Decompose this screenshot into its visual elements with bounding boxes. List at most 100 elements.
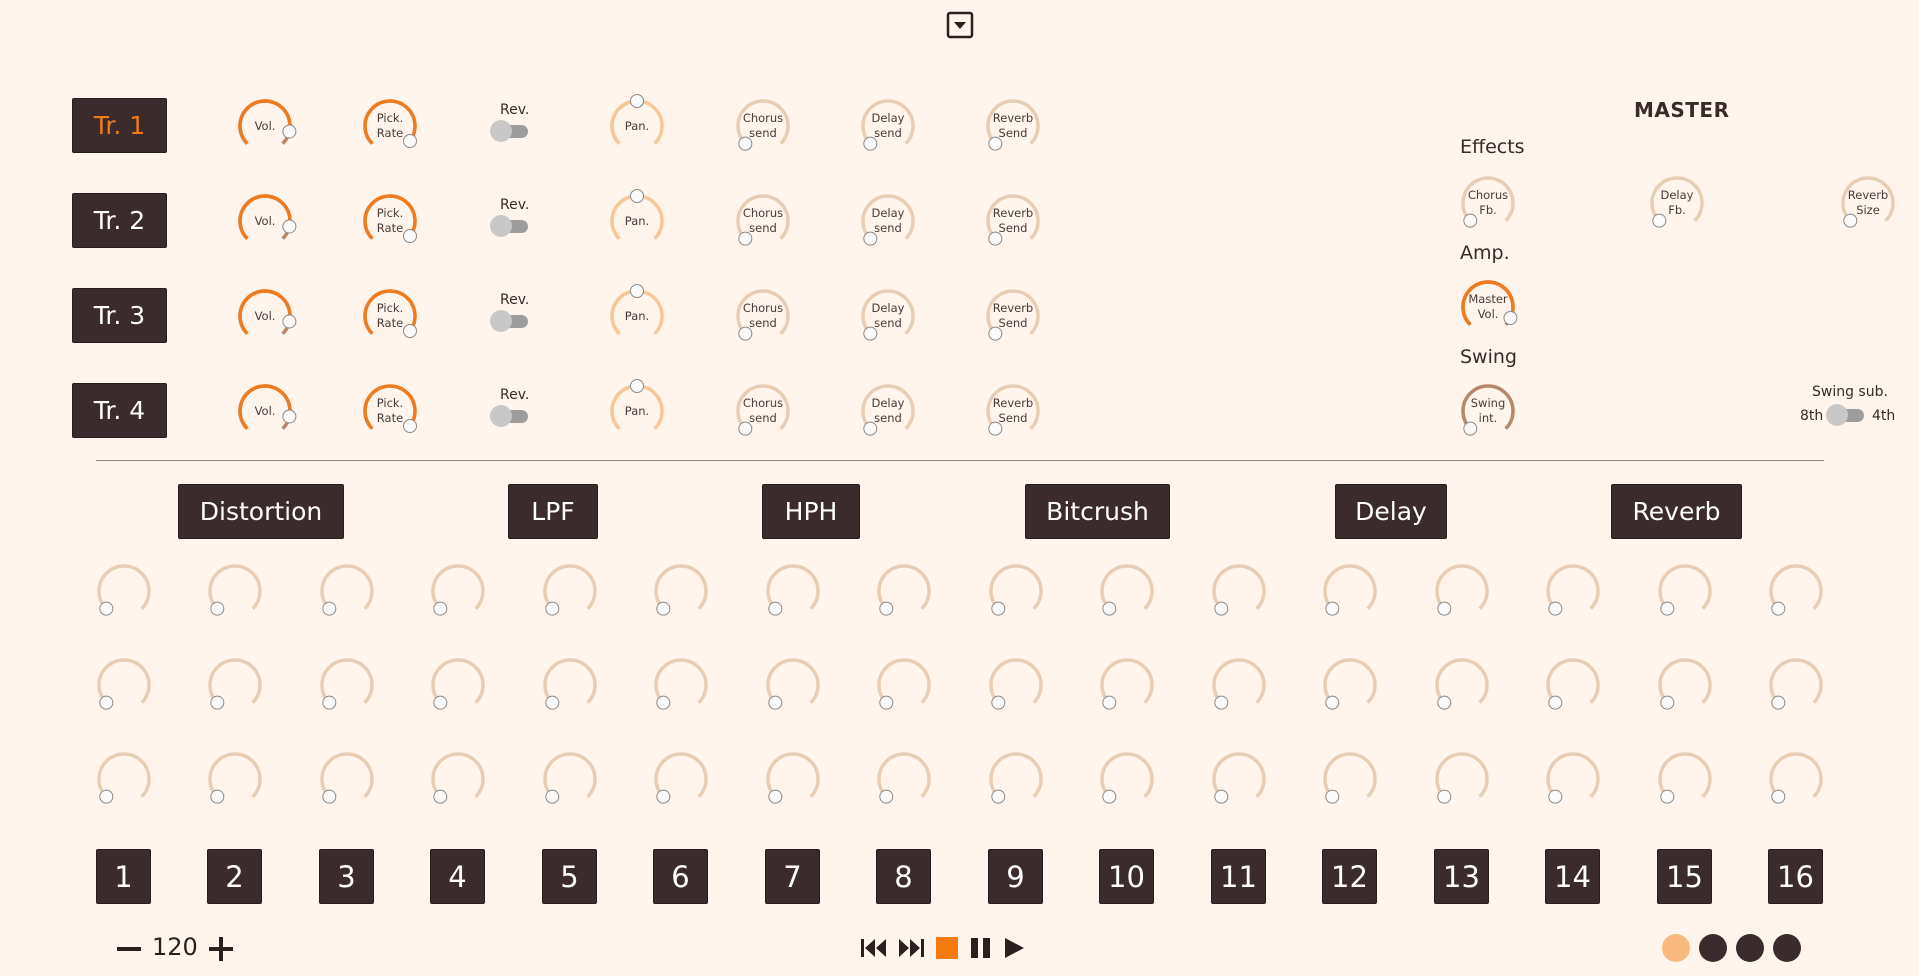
step-param-knob[interactable] [1099, 751, 1155, 807]
pan-knob[interactable]: Pan. [609, 94, 665, 154]
step-param-knob[interactable] [207, 751, 263, 807]
reverse-toggle[interactable] [490, 215, 530, 237]
chorus-send-knob[interactable]: Chorus send [735, 98, 791, 154]
step-param-knob[interactable] [319, 751, 375, 807]
step-7-button[interactable]: 7 [765, 849, 820, 904]
volume-knob[interactable]: Vol. [237, 193, 297, 249]
delay-send-knob[interactable]: Delay send [860, 288, 916, 344]
chorus-send-knob[interactable]: Chorus send [735, 383, 791, 439]
step-param-knob[interactable] [876, 657, 932, 713]
track-4-button[interactable]: Tr. 4 [72, 383, 167, 438]
step-param-knob[interactable] [653, 563, 709, 619]
step-param-knob[interactable] [430, 751, 486, 807]
step-param-knob[interactable] [319, 657, 375, 713]
reverb-send-knob[interactable]: Reverb Send [985, 98, 1041, 154]
pick-rate-knob[interactable]: Pick. Rate [362, 98, 418, 154]
pattern-4-dot[interactable] [1773, 934, 1801, 962]
step-1-button[interactable]: 1 [96, 849, 151, 904]
pick-rate-knob[interactable]: Pick. Rate [362, 288, 418, 344]
step-param-knob[interactable] [1099, 563, 1155, 619]
step-param-knob[interactable] [765, 751, 821, 807]
fx-lpf-button[interactable]: LPF [508, 484, 598, 539]
step-param-knob[interactable] [876, 751, 932, 807]
step-param-knob[interactable] [988, 657, 1044, 713]
track-1-button[interactable]: Tr. 1 [72, 98, 167, 153]
step-param-knob[interactable] [876, 563, 932, 619]
step-param-knob[interactable] [988, 563, 1044, 619]
step-param-knob[interactable] [96, 563, 152, 619]
volume-knob[interactable]: Vol. [237, 288, 297, 344]
step-param-knob[interactable] [1211, 751, 1267, 807]
pan-knob[interactable]: Pan. [609, 284, 665, 344]
reverse-toggle[interactable] [490, 310, 530, 332]
step-param-knob[interactable] [1434, 657, 1490, 713]
fx-reverb-button[interactable]: Reverb [1611, 484, 1742, 539]
step-12-button[interactable]: 12 [1322, 849, 1377, 904]
step-param-knob[interactable] [207, 563, 263, 619]
pattern-2-dot[interactable] [1699, 934, 1727, 962]
swing-intensity-knob[interactable]: Swing int. [1460, 383, 1516, 439]
pick-rate-knob[interactable]: Pick. Rate [362, 383, 418, 439]
step-param-knob[interactable] [653, 751, 709, 807]
reverb-size-knob[interactable]: Reverb Size [1840, 175, 1896, 231]
volume-knob[interactable]: Vol. [237, 383, 297, 439]
track-2-button[interactable]: Tr. 2 [72, 193, 167, 248]
step-6-button[interactable]: 6 [653, 849, 708, 904]
step-8-button[interactable]: 8 [876, 849, 931, 904]
chorus-send-knob[interactable]: Chorus send [735, 193, 791, 249]
pattern-1-dot[interactable] [1662, 934, 1690, 962]
step-param-knob[interactable] [319, 563, 375, 619]
step-param-knob[interactable] [542, 563, 598, 619]
step-14-button[interactable]: 14 [1545, 849, 1600, 904]
step-param-knob[interactable] [1657, 751, 1713, 807]
pan-knob[interactable]: Pan. [609, 379, 665, 439]
step-13-button[interactable]: 13 [1434, 849, 1489, 904]
step-param-knob[interactable] [1211, 563, 1267, 619]
step-16-button[interactable]: 16 [1768, 849, 1823, 904]
reverb-send-knob[interactable]: Reverb Send [985, 288, 1041, 344]
stop-button[interactable] [936, 937, 958, 959]
step-param-knob[interactable] [96, 751, 152, 807]
delay-send-knob[interactable]: Delay send [860, 98, 916, 154]
step-param-knob[interactable] [1434, 563, 1490, 619]
step-param-knob[interactable] [1768, 657, 1824, 713]
step-param-knob[interactable] [1657, 563, 1713, 619]
fx-hph-button[interactable]: HPH [762, 484, 860, 539]
pause-button[interactable] [970, 937, 992, 959]
pan-knob[interactable]: Pan. [609, 189, 665, 249]
swing-subdivision-toggle[interactable] [1826, 404, 1866, 426]
fx-delay-button[interactable]: Delay [1335, 484, 1447, 539]
step-param-knob[interactable] [430, 657, 486, 713]
step-9-button[interactable]: 9 [988, 849, 1043, 904]
master-volume-knob[interactable]: Master Vol. [1460, 279, 1518, 335]
step-param-knob[interactable] [1545, 657, 1601, 713]
chorus-send-knob[interactable]: Chorus send [735, 288, 791, 344]
delay-send-knob[interactable]: Delay send [860, 383, 916, 439]
step-param-knob[interactable] [1768, 563, 1824, 619]
fx-distortion-button[interactable]: Distortion [178, 484, 344, 539]
step-param-knob[interactable] [1322, 751, 1378, 807]
reverb-send-knob[interactable]: Reverb Send [985, 193, 1041, 249]
step-param-knob[interactable] [653, 657, 709, 713]
chorus-feedback-knob[interactable]: Chorus Fb. [1460, 175, 1516, 231]
play-button[interactable] [1003, 937, 1025, 959]
delay-send-knob[interactable]: Delay send [860, 193, 916, 249]
step-4-button[interactable]: 4 [430, 849, 485, 904]
step-10-button[interactable]: 10 [1099, 849, 1154, 904]
reverse-toggle[interactable] [490, 405, 530, 427]
fx-bitcrush-button[interactable]: Bitcrush [1025, 484, 1170, 539]
step-param-knob[interactable] [1545, 563, 1601, 619]
step-param-knob[interactable] [1322, 563, 1378, 619]
step-param-knob[interactable] [542, 751, 598, 807]
step-5-button[interactable]: 5 [542, 849, 597, 904]
step-3-button[interactable]: 3 [319, 849, 374, 904]
delay-feedback-knob[interactable]: Delay Fb. [1649, 175, 1705, 231]
step-param-knob[interactable] [96, 657, 152, 713]
volume-knob[interactable]: Vol. [237, 98, 297, 154]
skip-back-button[interactable] [860, 937, 888, 959]
step-param-knob[interactable] [1657, 657, 1713, 713]
step-param-knob[interactable] [1545, 751, 1601, 807]
step-param-knob[interactable] [1768, 751, 1824, 807]
step-param-knob[interactable] [988, 751, 1044, 807]
step-param-knob[interactable] [765, 563, 821, 619]
